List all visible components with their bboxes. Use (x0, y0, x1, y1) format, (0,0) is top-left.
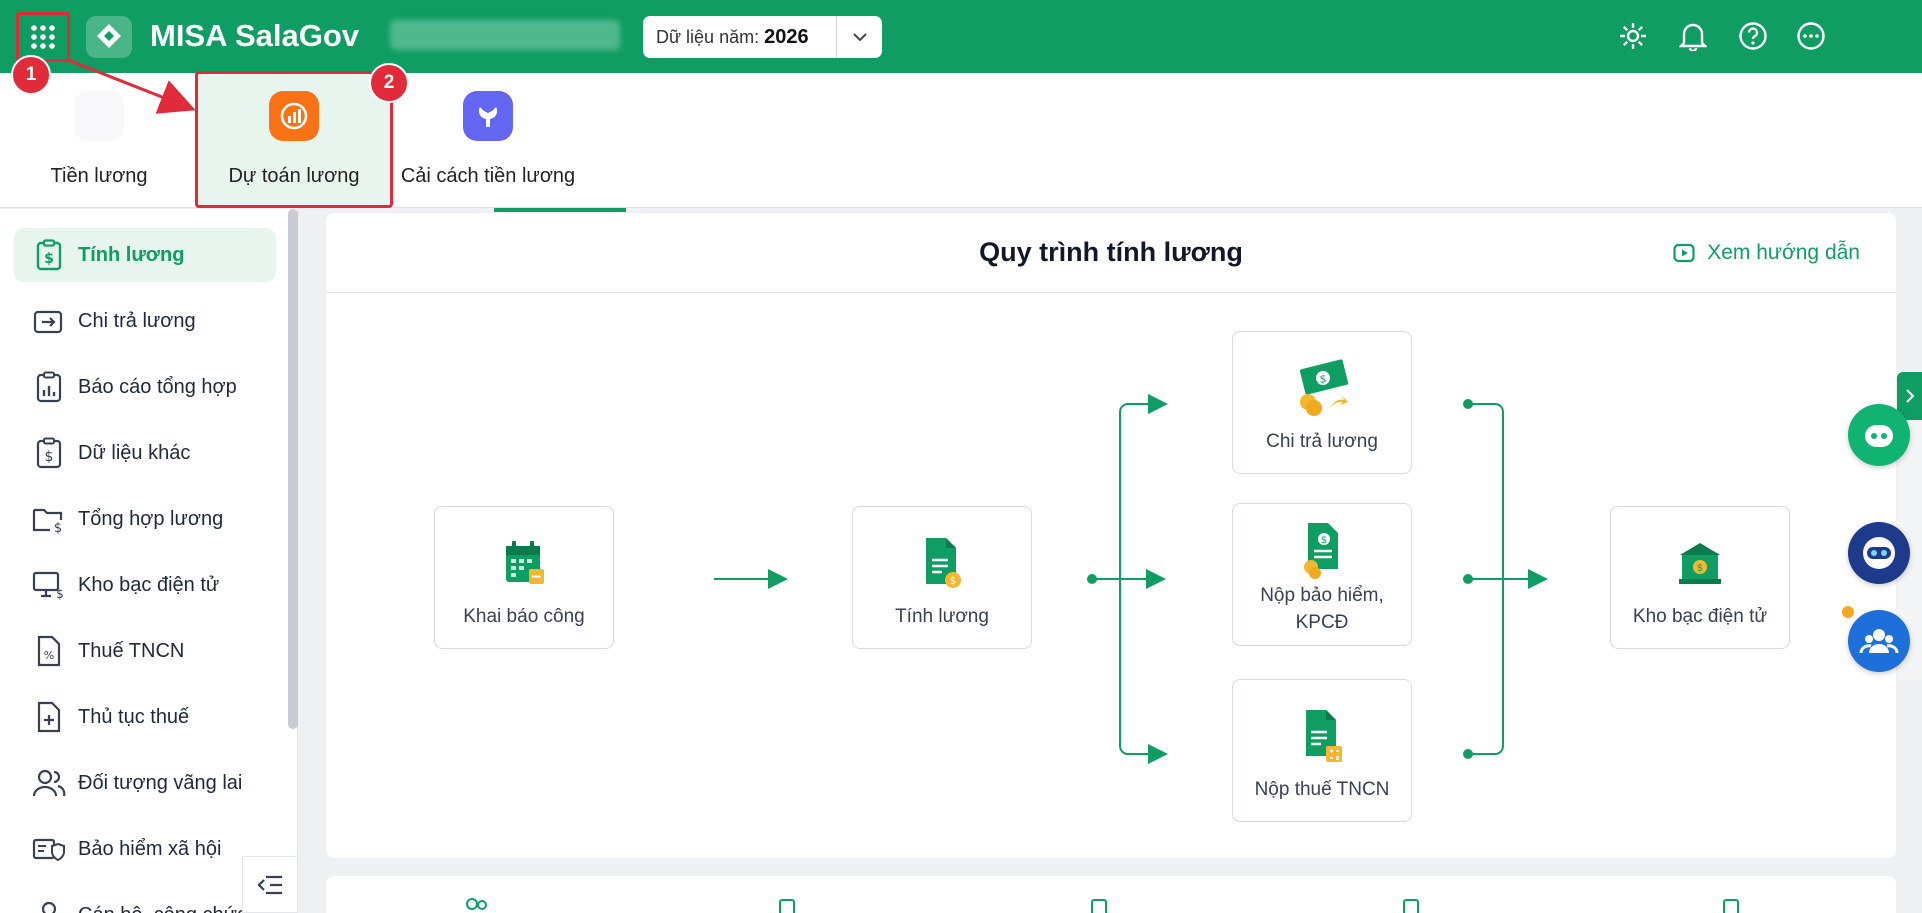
annotation-arrow (67, 58, 196, 114)
step-badge-1: 1 (11, 55, 51, 95)
step-badge-2: 2 (369, 63, 409, 103)
